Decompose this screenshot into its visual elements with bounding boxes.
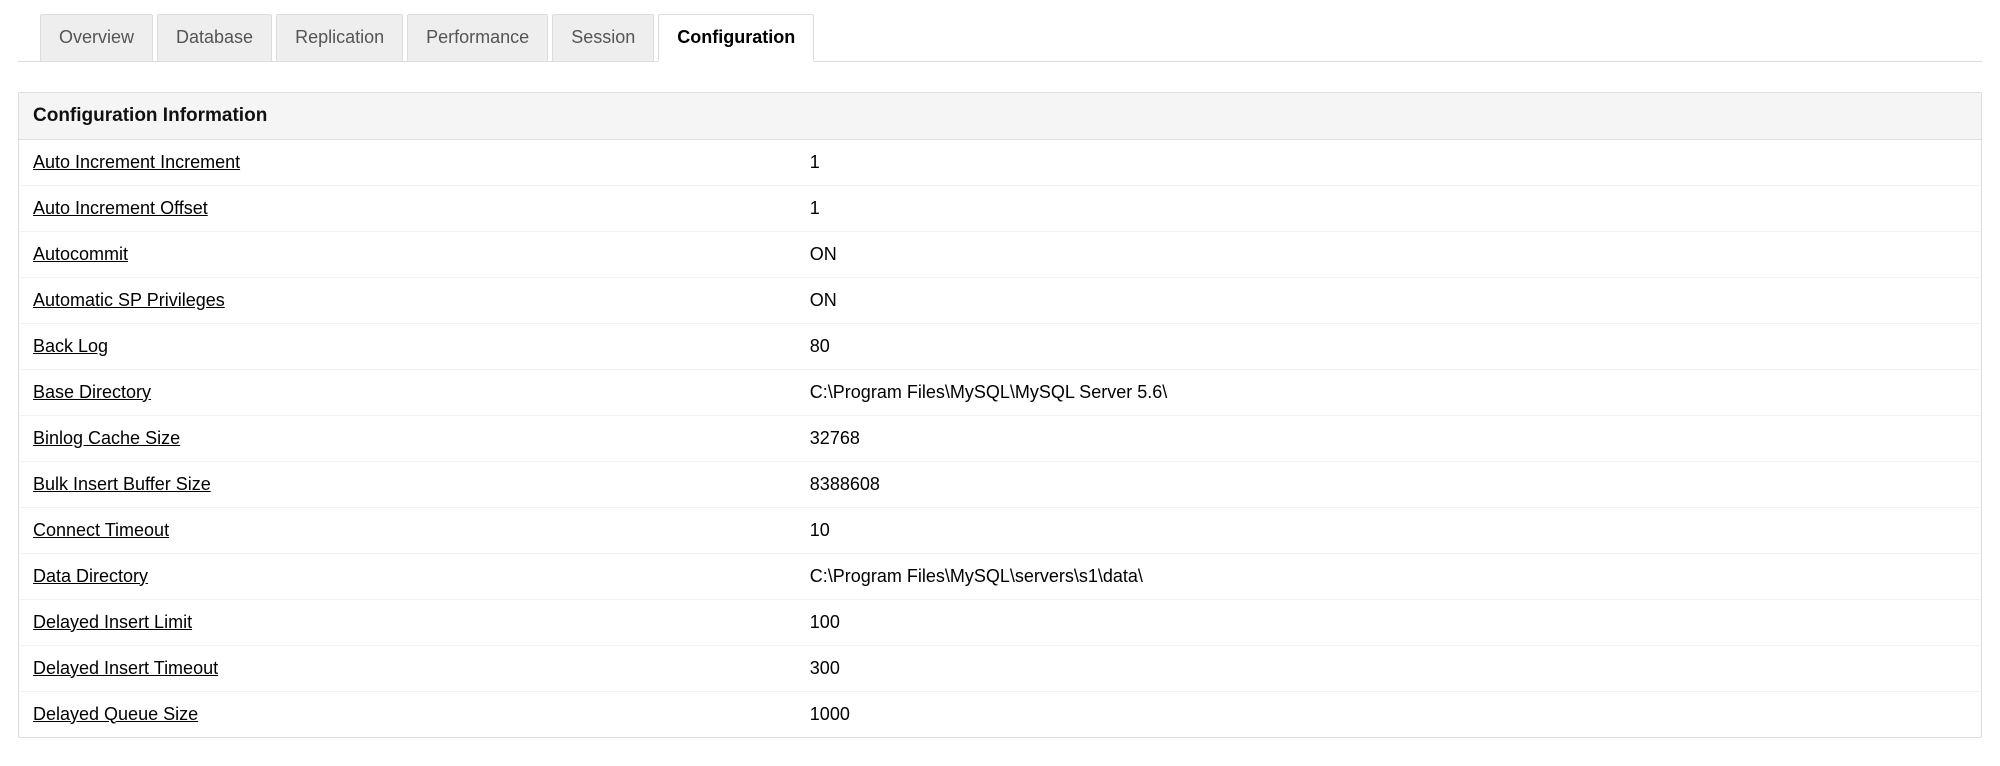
tab-label: Performance bbox=[426, 27, 529, 47]
config-value: ON bbox=[804, 278, 1981, 323]
config-row: Base Directory C:\Program Files\MySQL\MyS… bbox=[19, 370, 1981, 416]
config-key-link[interactable]: Automatic SP Privileges bbox=[33, 290, 225, 310]
config-key-cell: Binlog Cache Size bbox=[19, 416, 804, 461]
config-key-link[interactable]: Delayed Insert Timeout bbox=[33, 658, 218, 678]
config-key-link[interactable]: Binlog Cache Size bbox=[33, 428, 180, 448]
config-key-cell: Delayed Insert Limit bbox=[19, 600, 804, 645]
config-row: Autocommit ON bbox=[19, 232, 1981, 278]
config-key-cell: Auto Increment Increment bbox=[19, 140, 804, 185]
config-value: 100 bbox=[804, 600, 1981, 645]
config-value: 8388608 bbox=[804, 462, 1981, 507]
config-row: Auto Increment Offset 1 bbox=[19, 186, 1981, 232]
config-key-link[interactable]: Data Directory bbox=[33, 566, 148, 586]
tabs-bar: Overview Database Replication Performance Se… bbox=[18, 14, 1982, 62]
config-row: Connect Timeout 10 bbox=[19, 508, 1981, 554]
tab-label: Replication bbox=[295, 27, 384, 47]
config-value: 1 bbox=[804, 140, 1981, 185]
tab-label: Configuration bbox=[677, 27, 795, 47]
panel-title: Configuration Information bbox=[19, 93, 1981, 140]
config-key-link[interactable]: Delayed Queue Size bbox=[33, 704, 198, 724]
config-key-cell: Bulk Insert Buffer Size bbox=[19, 462, 804, 507]
config-key-cell: Connect Timeout bbox=[19, 508, 804, 553]
config-key-cell: Automatic SP Privileges bbox=[19, 278, 804, 323]
config-row: Auto Increment Increment 1 bbox=[19, 140, 1981, 186]
tab-replication[interactable]: Replication bbox=[276, 14, 403, 62]
config-key-cell: Auto Increment Offset bbox=[19, 186, 804, 231]
config-key-cell: Delayed Queue Size bbox=[19, 692, 804, 737]
tab-performance[interactable]: Performance bbox=[407, 14, 548, 62]
config-key-link[interactable]: Base Directory bbox=[33, 382, 151, 402]
config-row: Data Directory C:\Program Files\MySQL\ser… bbox=[19, 554, 1981, 600]
config-value: C:\Program Files\MySQL\MySQL Server 5.6\ bbox=[804, 370, 1981, 415]
tab-configuration[interactable]: Configuration bbox=[658, 14, 814, 62]
config-key-cell: Autocommit bbox=[19, 232, 804, 277]
config-key-link[interactable]: Connect Timeout bbox=[33, 520, 169, 540]
config-key-link[interactable]: Auto Increment Increment bbox=[33, 152, 240, 172]
tab-database[interactable]: Database bbox=[157, 14, 272, 62]
config-row: Delayed Queue Size 1000 bbox=[19, 692, 1981, 737]
config-row: Back Log 80 bbox=[19, 324, 1981, 370]
config-row: Automatic SP Privileges ON bbox=[19, 278, 1981, 324]
tab-label: Overview bbox=[59, 27, 134, 47]
config-key-cell: Back Log bbox=[19, 324, 804, 369]
config-row: Delayed Insert Timeout 300 bbox=[19, 646, 1981, 692]
config-row: Delayed Insert Limit 100 bbox=[19, 600, 1981, 646]
tab-label: Database bbox=[176, 27, 253, 47]
config-key-link[interactable]: Delayed Insert Limit bbox=[33, 612, 192, 632]
tab-session[interactable]: Session bbox=[552, 14, 654, 62]
config-key-link[interactable]: Autocommit bbox=[33, 244, 128, 264]
config-value: 80 bbox=[804, 324, 1981, 369]
tab-label: Session bbox=[571, 27, 635, 47]
config-value: C:\Program Files\MySQL\servers\s1\data\ bbox=[804, 554, 1981, 599]
config-key-cell: Delayed Insert Timeout bbox=[19, 646, 804, 691]
config-value: 1000 bbox=[804, 692, 1981, 737]
config-key-cell: Base Directory bbox=[19, 370, 804, 415]
config-value: 300 bbox=[804, 646, 1981, 691]
config-key-link[interactable]: Auto Increment Offset bbox=[33, 198, 208, 218]
config-row: Bulk Insert Buffer Size 8388608 bbox=[19, 462, 1981, 508]
config-value: 32768 bbox=[804, 416, 1981, 461]
config-key-cell: Data Directory bbox=[19, 554, 804, 599]
tab-overview[interactable]: Overview bbox=[40, 14, 153, 62]
config-value: ON bbox=[804, 232, 1981, 277]
config-row: Binlog Cache Size 32768 bbox=[19, 416, 1981, 462]
config-key-link[interactable]: Bulk Insert Buffer Size bbox=[33, 474, 211, 494]
config-value: 1 bbox=[804, 186, 1981, 231]
configuration-panel: Configuration Information Auto Increment… bbox=[18, 92, 1982, 738]
config-key-link[interactable]: Back Log bbox=[33, 336, 108, 356]
config-value: 10 bbox=[804, 508, 1981, 553]
